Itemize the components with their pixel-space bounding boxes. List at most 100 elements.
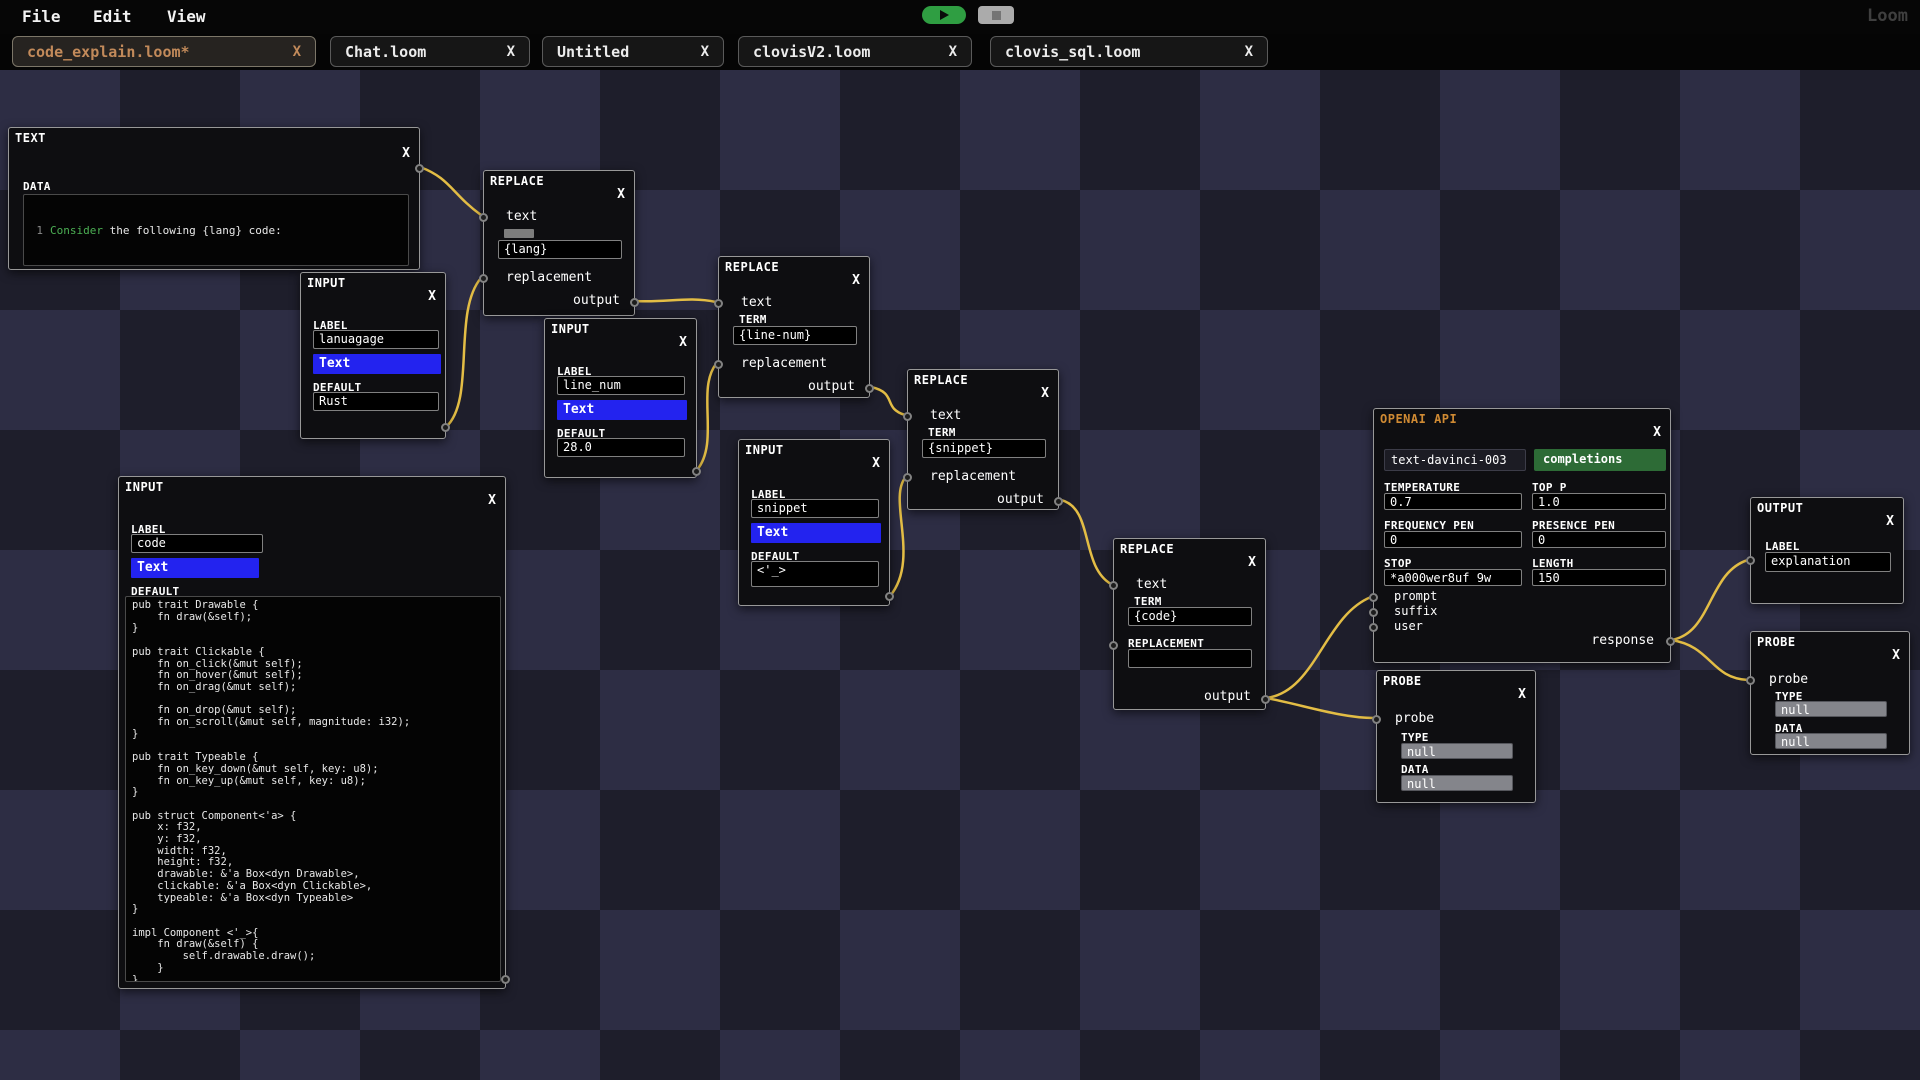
probe-input-port[interactable] (1372, 715, 1381, 724)
tab-untitled[interactable]: Untitled X (542, 36, 724, 67)
output-node[interactable]: OUTPUT X LABEL explanation (1750, 497, 1904, 604)
close-icon[interactable]: X (488, 493, 496, 508)
close-icon[interactable]: X (428, 289, 436, 304)
length-field[interactable]: 150 (1532, 569, 1666, 586)
menu-file[interactable]: File (22, 7, 61, 26)
replacement-field[interactable] (1128, 649, 1252, 668)
tab-chat[interactable]: Chat.loom X (330, 36, 530, 67)
probe-node-2[interactable]: PROBE X probe TYPE null DATA null (1750, 631, 1910, 755)
tab-close-icon[interactable]: X (1245, 44, 1253, 60)
default-field[interactable]: 28.0 (557, 438, 685, 457)
close-icon[interactable]: X (1886, 514, 1894, 529)
label-field[interactable]: line_num (557, 376, 685, 395)
close-icon[interactable]: X (1041, 386, 1049, 401)
close-icon[interactable]: X (1248, 555, 1256, 570)
tab-clovis-sql[interactable]: clovis_sql.loom X (990, 36, 1268, 67)
type-button[interactable]: Text (557, 400, 687, 420)
text-input-port[interactable] (1109, 581, 1118, 590)
close-icon[interactable]: X (617, 187, 625, 202)
tab-close-icon[interactable]: X (293, 44, 301, 60)
term-field[interactable]: {line-num} (733, 326, 857, 345)
close-icon[interactable]: X (679, 335, 687, 350)
text-input-port[interactable] (903, 412, 912, 421)
close-icon[interactable]: X (1892, 648, 1900, 663)
endpoint-selector[interactable]: completions (1534, 449, 1666, 471)
text-port-label: text (741, 295, 772, 310)
prompt-template-editor[interactable]: 1Consider the following {lang} code: 2{c… (23, 194, 409, 266)
output-port[interactable] (501, 975, 510, 984)
user-input-port[interactable] (1369, 623, 1378, 632)
replace-lang-node[interactable]: REPLACE X text {lang} replacement output (483, 170, 635, 316)
term-field[interactable]: {lang} (498, 240, 622, 259)
tab-code-explain[interactable]: code_explain.loom* X (12, 36, 316, 67)
input-language-node[interactable]: INPUT X LABEL lanuagage Text DEFAULT Rus… (300, 272, 446, 439)
term-field[interactable]: {snippet} (922, 439, 1046, 458)
response-output-port[interactable] (1666, 637, 1675, 646)
tab-close-icon[interactable]: X (949, 44, 957, 60)
presence-pen-field[interactable]: 0 (1532, 531, 1666, 548)
output-port[interactable] (692, 467, 701, 476)
input-snippet-node[interactable]: INPUT X LABEL snippet Text DEFAULT <'_> (738, 439, 890, 606)
output-port[interactable] (1054, 497, 1063, 506)
close-icon[interactable]: X (872, 456, 880, 471)
default-code-editor[interactable]: pub trait Drawable { fn draw(&self); } p… (125, 596, 501, 982)
term-label: TERM (739, 313, 767, 326)
prompt-input-port[interactable] (1369, 593, 1378, 602)
default-field[interactable]: Rust (313, 392, 439, 411)
tab-clovisv2[interactable]: clovisV2.loom X (738, 36, 972, 67)
input-code-node[interactable]: INPUT X LABEL code Text DEFAULT pub trai… (118, 476, 506, 989)
label-field[interactable]: code (131, 534, 263, 553)
text-input-port[interactable] (714, 299, 723, 308)
label-field[interactable]: lanuagage (313, 330, 439, 349)
replacement-input-port[interactable] (479, 274, 488, 283)
tab-close-icon[interactable]: X (507, 44, 515, 60)
close-icon[interactable]: X (852, 273, 860, 288)
term-label-box[interactable] (504, 229, 534, 238)
node-header: PROBE (1757, 635, 1796, 649)
menu-view[interactable]: View (167, 7, 206, 26)
text-input-port[interactable] (479, 213, 488, 222)
probe-input-port[interactable] (1746, 676, 1755, 685)
prompt-port-label: prompt (1394, 589, 1437, 603)
tab-close-icon[interactable]: X (701, 44, 709, 60)
suffix-input-port[interactable] (1369, 608, 1378, 617)
close-icon[interactable]: X (1518, 687, 1526, 702)
menu-edit[interactable]: Edit (93, 7, 132, 26)
label-field[interactable]: snippet (751, 499, 879, 518)
value-input-port[interactable] (1746, 556, 1755, 565)
replace-linenum-node[interactable]: REPLACE X text TERM {line-num} replaceme… (718, 256, 870, 398)
output-port[interactable] (1261, 695, 1270, 704)
frequency-pen-field[interactable]: 0 (1384, 531, 1522, 548)
output-port[interactable] (415, 164, 424, 173)
replacement-input-port[interactable] (714, 360, 723, 369)
term-field[interactable]: {code} (1128, 607, 1252, 626)
output-port[interactable] (885, 592, 894, 601)
replacement-input-port[interactable] (903, 473, 912, 482)
stop-field[interactable]: *a000wer8uf 9w (1384, 569, 1522, 586)
stop-button[interactable] (978, 6, 1014, 24)
replace-snippet-node[interactable]: REPLACE X text TERM {snippet} replacemen… (907, 369, 1059, 510)
close-icon[interactable]: X (1653, 425, 1661, 440)
temperature-field[interactable]: 0.7 (1384, 493, 1522, 510)
type-button[interactable]: Text (131, 558, 259, 578)
replacement-input-port[interactable] (1109, 641, 1118, 650)
output-port[interactable] (441, 423, 450, 432)
input-linenum-node[interactable]: INPUT X LABEL line_num Text DEFAULT 28.0 (544, 318, 697, 478)
close-icon[interactable]: X (402, 146, 410, 161)
model-selector[interactable]: text-davinci-003 (1384, 449, 1526, 471)
play-button[interactable] (922, 6, 966, 24)
node-header: REPLACE (490, 174, 544, 188)
default-field[interactable]: <'_> (751, 561, 879, 587)
output-port[interactable] (865, 384, 874, 393)
label-field[interactable]: explanation (1765, 552, 1891, 572)
type-button[interactable]: Text (313, 354, 441, 374)
node-header: REPLACE (914, 373, 968, 387)
probe-node-1[interactable]: PROBE X probe TYPE null DATA null (1376, 670, 1536, 803)
replace-code-node[interactable]: REPLACE X text TERM {code} REPLACEMENT o… (1113, 538, 1266, 710)
type-button[interactable]: Text (751, 523, 881, 543)
probe-port-label: probe (1769, 672, 1808, 687)
output-port[interactable] (630, 298, 639, 307)
text-prompt-node[interactable]: TEXT X DATA 1Consider the following {lan… (8, 127, 420, 270)
openai-api-node[interactable]: OPENAI API X text-davinci-003 completion… (1373, 408, 1671, 663)
top-p-field[interactable]: 1.0 (1532, 493, 1666, 510)
